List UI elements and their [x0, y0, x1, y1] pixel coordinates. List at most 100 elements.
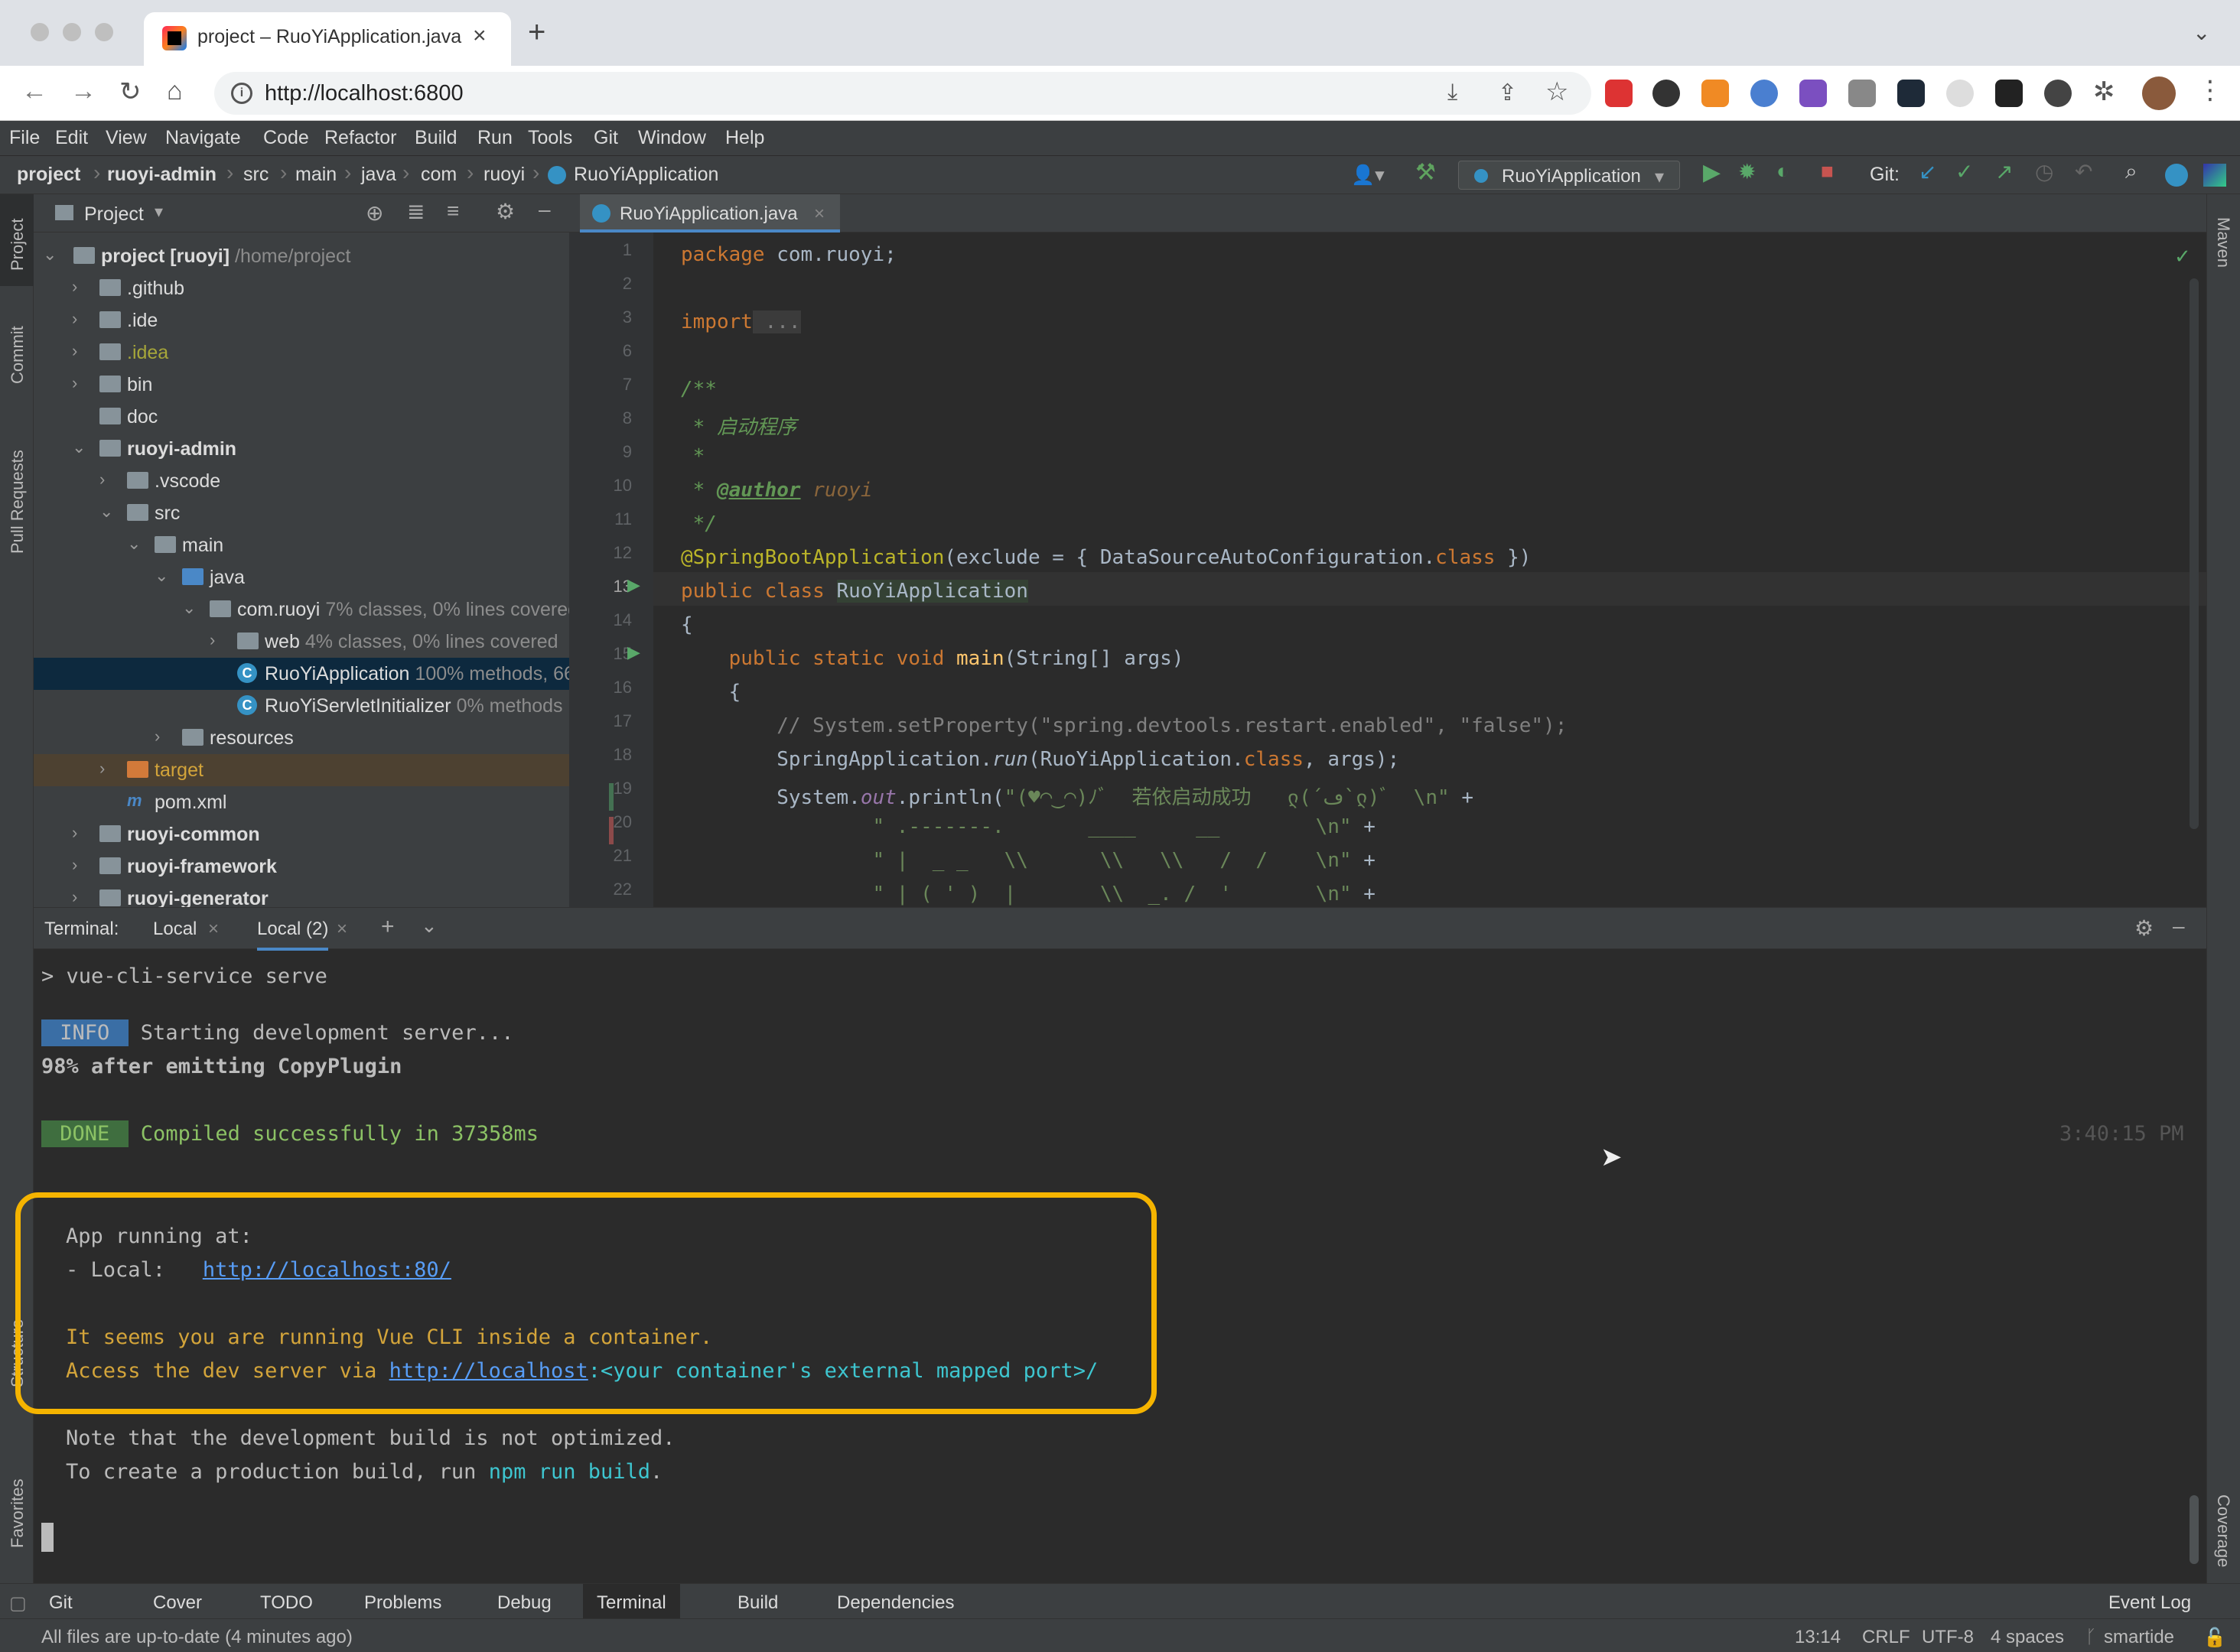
tool-debug[interactable]: Debug [497, 1592, 552, 1614]
strip-commit[interactable]: Commit [8, 326, 28, 384]
chevron-right-icon[interactable]: › [72, 887, 77, 907]
url-field[interactable]: i http://localhost:6800 [214, 72, 1591, 115]
tool-dependencies[interactable]: Dependencies [837, 1592, 954, 1614]
tree-item-vscode[interactable]: › .vscode [34, 465, 569, 497]
breadcrumb-item[interactable]: main [295, 164, 337, 186]
chevron-right-icon[interactable]: › [99, 759, 105, 779]
site-info-icon[interactable]: i [231, 83, 252, 104]
profile-avatar[interactable] [2142, 76, 2176, 110]
folded-imports[interactable]: ... [752, 311, 801, 333]
tree-item-ruoyi-framework[interactable]: › ruoyi-framework [34, 850, 569, 883]
chevron-right-icon[interactable]: › [72, 341, 77, 361]
install-icon[interactable]: ⤓ [1447, 80, 1457, 106]
chevron-right-icon[interactable]: › [155, 727, 160, 746]
tree-item-src[interactable]: ⌄ src [34, 497, 569, 529]
debug-icon[interactable]: ✹ [1738, 159, 1756, 184]
tool-problems[interactable]: Problems [364, 1592, 441, 1614]
bookmark-star-icon[interactable]: ☆ [1545, 76, 1568, 107]
gear-icon[interactable]: ⚙ [2134, 915, 2154, 941]
lock-icon[interactable]: 🔓 [2203, 1627, 2226, 1649]
tab-search-chevron-icon[interactable]: ⌄ [2193, 20, 2210, 45]
menu-window[interactable]: Window [638, 127, 706, 149]
inspection-ok-icon[interactable]: ✓ [2174, 245, 2191, 268]
terminal-cursor[interactable] [41, 1523, 54, 1552]
caret-position[interactable]: 13:14 [1795, 1627, 1841, 1648]
menu-git[interactable]: Git [594, 127, 618, 149]
local-url-link[interactable]: http://localhost:80/ [203, 1258, 451, 1282]
editor-scrollbar[interactable] [2190, 278, 2199, 829]
menu-edit[interactable]: Edit [55, 127, 88, 149]
breadcrumb-item[interactable]: src [243, 164, 269, 186]
menu-run[interactable]: Run [477, 127, 513, 149]
git-rollback-icon[interactable]: ↶ [2075, 159, 2092, 184]
run-configuration-select[interactable]: RuoYiApplication ▾ [1458, 161, 1680, 190]
terminal-extension-icon[interactable] [1995, 80, 2023, 107]
close-icon[interactable]: × [337, 919, 347, 940]
run-gutter-icon[interactable]: ▶ [627, 575, 640, 595]
terminal-scrollbar[interactable] [2190, 1495, 2199, 1564]
line-separator[interactable]: CRLF [1862, 1627, 1910, 1648]
breadcrumb-item[interactable]: RuoYiApplication [574, 164, 718, 186]
editor-tab[interactable]: RuoYiApplication.java × [580, 194, 840, 233]
breadcrumb-item[interactable]: com [421, 164, 457, 186]
new-tab-icon[interactable]: + [528, 15, 545, 50]
breadcrumb-item[interactable]: project [17, 164, 80, 186]
extension-4-icon[interactable] [1750, 80, 1778, 107]
git-history-icon[interactable]: ◷ [2035, 159, 2053, 184]
minimize-icon[interactable]: – [2173, 914, 2185, 938]
tree-item-ruoyiapplication[interactable]: C RuoYiApplication 100% methods, 66 [34, 658, 569, 690]
build-hammer-icon[interactable]: ⚒ [1415, 159, 1436, 186]
strip-coverage[interactable]: Coverage [2213, 1494, 2233, 1567]
tree-item-ruoyi-admin[interactable]: ⌄ ruoyi-admin [34, 433, 569, 465]
share-icon[interactable]: ⇪ [1498, 80, 1517, 106]
localhost-link[interactable]: http://localhost [389, 1359, 588, 1383]
extension-2-icon[interactable] [1652, 80, 1680, 107]
strip-pull-requests[interactable]: Pull Requests [8, 450, 28, 554]
locate-file-icon[interactable]: ⊕ [366, 200, 383, 226]
tool-todo[interactable]: TODO [260, 1592, 313, 1614]
browser-tab[interactable]: project – RuoYiApplication.java × [144, 12, 511, 66]
chevron-right-icon[interactable]: › [72, 373, 77, 393]
collapse-all-icon[interactable]: ≡ [447, 199, 459, 223]
tree-item-pom[interactable]: m pom.xml [34, 786, 569, 818]
window-maximize-dot[interactable] [95, 23, 113, 41]
gear-icon[interactable]: ⚙ [496, 199, 515, 224]
tree-item-com-ruoyi[interactable]: ⌄ com.ruoyi 7% classes, 0% lines covered [34, 593, 569, 626]
toggle-panels-icon[interactable]: ▢ [9, 1592, 27, 1615]
run-with-coverage-icon[interactable]: ◐ [1776, 159, 1789, 184]
chevron-right-icon[interactable]: › [72, 277, 77, 297]
chevron-right-icon[interactable]: › [72, 823, 77, 843]
back-icon[interactable]: ← [21, 76, 47, 106]
stop-icon[interactable]: ■ [1821, 159, 1834, 184]
tree-item-web[interactable]: › web 4% classes, 0% lines covered [34, 626, 569, 658]
menu-code[interactable]: Code [263, 127, 309, 149]
tree-item-java[interactable]: ⌄ java [34, 561, 569, 593]
tree-item-target[interactable]: › target [34, 754, 569, 786]
window-minimize-dot[interactable] [63, 23, 81, 41]
tool-git[interactable]: Git [49, 1592, 73, 1614]
menu-refactor[interactable]: Refactor [324, 127, 396, 149]
search-icon[interactable]: ⌕ [2125, 159, 2137, 184]
tool-build[interactable]: Build [737, 1592, 778, 1614]
extensions-puzzle-icon[interactable]: ✲ [2093, 76, 2115, 107]
minimize-icon[interactable]: – [539, 197, 551, 222]
chevron-right-icon[interactable]: › [210, 630, 215, 650]
strip-project[interactable]: Project [8, 219, 28, 271]
menu-build[interactable]: Build [415, 127, 457, 149]
run-gutter-icon[interactable]: ▶ [627, 642, 640, 662]
chevron-right-icon[interactable]: › [72, 855, 77, 875]
indent-setting[interactable]: 4 spaces [1991, 1627, 2064, 1648]
breadcrumb-item[interactable]: ruoyi-admin [107, 164, 217, 186]
git-commit-icon[interactable]: ✓ [1955, 159, 1973, 184]
tool-terminal[interactable]: Terminal [583, 1584, 680, 1621]
close-tab-icon[interactable]: × [473, 23, 487, 49]
breadcrumb-item[interactable]: java [361, 164, 396, 186]
tree-item-bin[interactable]: › bin [34, 369, 569, 401]
home-icon[interactable]: ⌂ [167, 76, 183, 106]
extension-6-icon[interactable] [1848, 80, 1876, 107]
event-log[interactable]: Event Log [2108, 1592, 2191, 1614]
terminal-tab-local-2[interactable]: Local (2) [257, 919, 329, 951]
chevron-down-icon[interactable]: ⌄ [127, 534, 141, 554]
status-message[interactable]: All files are up-to-date (4 minutes ago) [41, 1627, 353, 1648]
forward-icon[interactable]: → [70, 76, 96, 106]
